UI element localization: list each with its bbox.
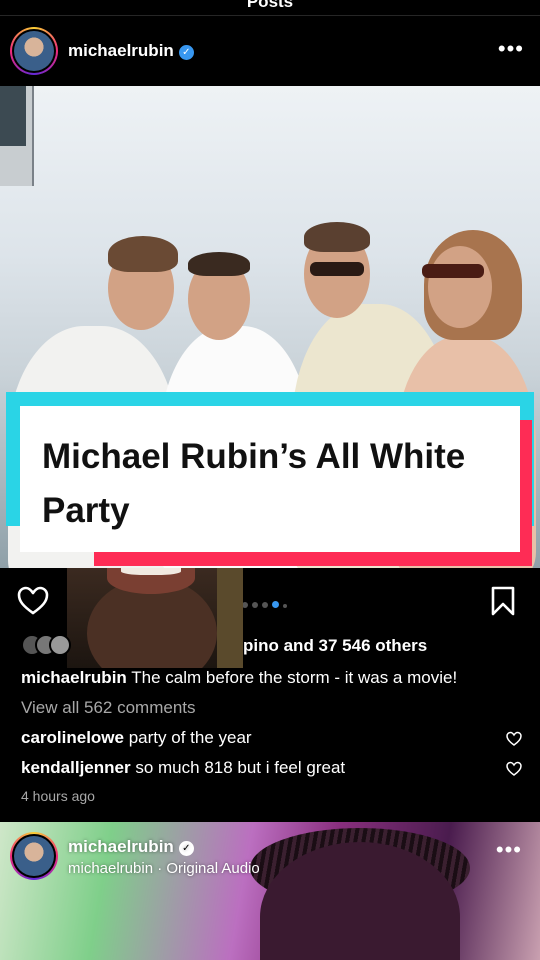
person-3-hair [304, 222, 370, 252]
pip-teeth [121, 568, 181, 575]
username-text: michaelrubin [68, 41, 174, 60]
comment-like-button[interactable] [506, 761, 522, 777]
overlay-title-line1: Michael Rubin’s All White [42, 437, 466, 476]
verified-badge-icon: ✓ [178, 45, 194, 60]
comment-text: so much 818 but i feel great [135, 758, 346, 777]
top-bar: Posts [0, 0, 540, 16]
person-4-head [428, 246, 492, 328]
carousel-dot [283, 604, 287, 608]
page-title: Posts [246, 0, 294, 11]
likes-row[interactable]: pino and 37 546 others [21, 634, 521, 656]
save-button[interactable] [490, 586, 516, 616]
title-card: Michael Rubin’s All White Party [20, 406, 520, 552]
carousel-dot [262, 602, 268, 608]
comment-row: kendalljenner so much 818 but i feel gre… [21, 758, 345, 778]
profile-photo [14, 31, 54, 71]
post-header: michaelrubin ✓ ••• [0, 17, 540, 85]
view-all-comments-link[interactable]: View all 562 comments [21, 698, 196, 718]
liker-avatar [49, 634, 71, 656]
more-options-icon[interactable]: ••• [496, 839, 522, 861]
heart-icon [506, 731, 522, 746]
avatar[interactable] [10, 832, 58, 880]
heart-icon [506, 761, 522, 776]
comment-username[interactable]: carolinelowe [21, 728, 124, 747]
person-1-hair [108, 236, 178, 272]
profile-photo [14, 836, 54, 876]
original-audio-link[interactable]: michaelrubin · Original Audio [68, 860, 260, 877]
caption-text: The calm before the storm - it was a mov… [131, 668, 458, 687]
carousel-dot-active [272, 601, 279, 608]
like-button[interactable] [17, 586, 49, 616]
bookmark-icon [491, 586, 515, 616]
more-options-icon[interactable]: ••• [498, 38, 524, 60]
building-window [0, 86, 26, 146]
comment-username[interactable]: kendalljenner [21, 758, 131, 777]
person-2-hair [188, 252, 250, 276]
username-text: michaelrubin [68, 837, 174, 856]
post-username[interactable]: michaelrubin ✓ [68, 41, 194, 61]
caption: michaelrubin The calm before the storm -… [21, 668, 457, 688]
post-timestamp: 4 hours ago [21, 788, 95, 804]
carousel-dot [252, 602, 258, 608]
sunglasses-2 [422, 264, 484, 278]
heart-icon [17, 586, 49, 615]
next-post-username[interactable]: michaelrubin ✓ [68, 837, 194, 857]
sunglasses [310, 262, 364, 276]
avatar[interactable] [10, 27, 58, 75]
next-post[interactable]: michaelrubin ✓ michaelrubin · Original Au… [0, 822, 540, 960]
comment-row: carolinelowe party of the year [21, 728, 252, 748]
overlay-title: Michael Rubin’s All White Party [42, 430, 512, 538]
verified-badge-icon: ✓ [178, 841, 194, 856]
likes-count: pino and 37 546 others [243, 636, 428, 655]
liker-avatars [21, 634, 71, 656]
overlay-title-line2: Party [42, 491, 130, 530]
comment-text: party of the year [128, 728, 252, 747]
comment-like-button[interactable] [506, 731, 522, 747]
caption-username[interactable]: michaelrubin [21, 668, 127, 687]
carousel-indicator [242, 595, 291, 613]
